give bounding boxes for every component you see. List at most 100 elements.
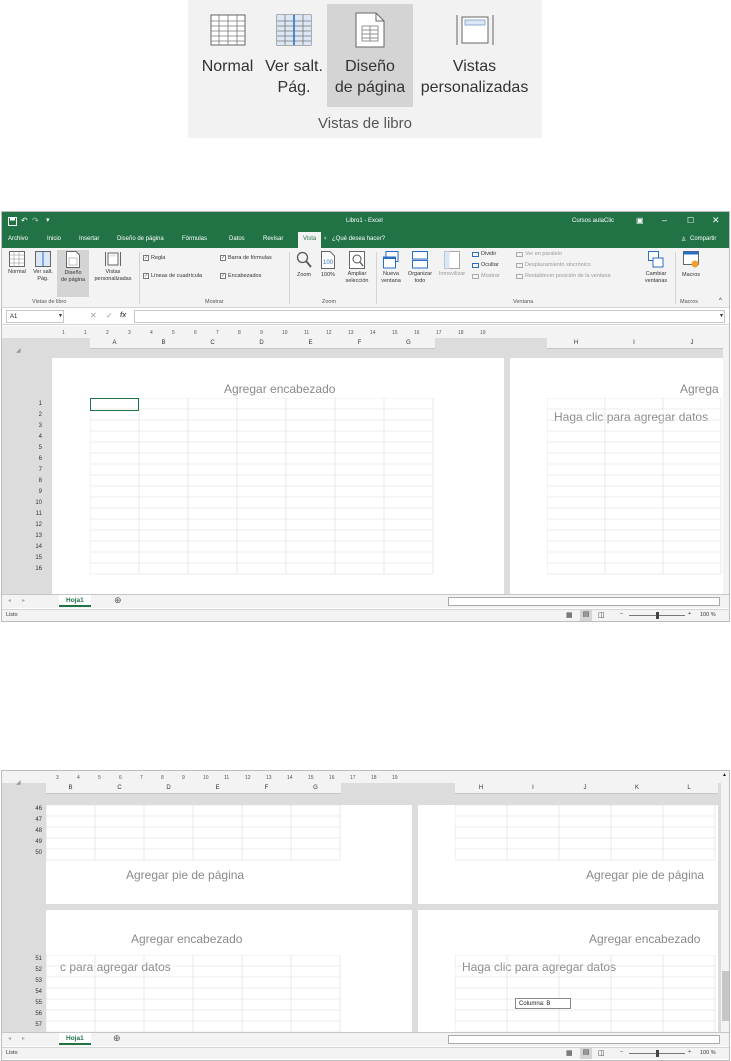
row-header[interactable]: 15: [26, 555, 42, 561]
page-layout-button[interactable]: Diseño de página: [327, 4, 413, 107]
row-header[interactable]: 48: [26, 828, 42, 834]
maximize-icon[interactable]: ☐: [687, 216, 694, 225]
row-header[interactable]: 47: [26, 817, 42, 823]
menu-diseno-pagina[interactable]: Diseño de página: [117, 236, 164, 242]
redo-icon[interactable]: ↷: [32, 216, 39, 225]
share-button[interactable]: Compartir: [690, 236, 716, 242]
new-window-button[interactable]: Nueva ventana: [378, 251, 404, 285]
footer-placeholder[interactable]: Agregar pie de página: [126, 868, 244, 882]
cancel-icon[interactable]: ✕: [90, 311, 97, 320]
page-left-top[interactable]: Agregar pie de página: [46, 805, 412, 904]
hide-button[interactable]: Ocultar: [472, 262, 499, 268]
column-header[interactable]: J: [663, 340, 721, 346]
next-sheet-icon[interactable]: ▸: [22, 597, 25, 604]
ribbon-page-layout-button[interactable]: Diseño de página: [57, 250, 89, 297]
select-all-icon[interactable]: ◢: [16, 347, 21, 354]
name-box-dropdown-icon[interactable]: ▼: [58, 313, 63, 319]
vertical-scrollbar[interactable]: [723, 338, 729, 594]
column-header[interactable]: E: [193, 785, 242, 791]
row-header[interactable]: 46: [26, 806, 42, 812]
page-left-bottom[interactable]: Agregar encabezado c para agregar datos: [46, 910, 412, 1032]
macros-button[interactable]: Macros: [678, 251, 704, 279]
zoom-in-icon[interactable]: +: [688, 611, 691, 617]
row-header[interactable]: 10: [26, 500, 42, 506]
row-header[interactable]: 55: [26, 1000, 42, 1006]
zoom-level[interactable]: 100 %: [700, 612, 716, 618]
enter-icon[interactable]: ✓: [106, 311, 113, 320]
column-header[interactable]: H: [547, 340, 605, 346]
reset-position-button[interactable]: Restablecer posición de la ventana: [516, 273, 611, 279]
column-header[interactable]: G: [291, 785, 340, 791]
row-header[interactable]: 8: [26, 478, 42, 484]
column-header[interactable]: G: [384, 340, 433, 346]
page-right-top[interactable]: Agregar pie de página: [418, 805, 718, 904]
row-header[interactable]: 12: [26, 522, 42, 528]
menu-datos[interactable]: Datos: [229, 236, 245, 242]
scroll-up-icon[interactable]: ▲: [722, 772, 727, 778]
normal-view-button[interactable]: Normal: [194, 4, 261, 107]
sheet-tab-hoja1[interactable]: Hoja1: [59, 1033, 91, 1045]
row-header[interactable]: 52: [26, 967, 42, 973]
sheet-tab-hoja1[interactable]: Hoja1: [59, 595, 91, 607]
save-icon[interactable]: [8, 217, 17, 226]
page-layout-icon[interactable]: ▤: [580, 1048, 592, 1059]
side-by-side-button[interactable]: Ver en paralelo: [516, 251, 562, 257]
horizontal-scrollbar[interactable]: [448, 1035, 720, 1044]
zoom-slider-thumb[interactable]: [656, 612, 659, 619]
undo-icon[interactable]: ↶: [21, 216, 28, 225]
ribbon-custom-views-button[interactable]: Vistas personalizadas: [90, 251, 136, 283]
page-break-preview-icon[interactable]: ◫: [598, 1049, 605, 1057]
column-header[interactable]: A: [90, 340, 139, 346]
unhide-button[interactable]: Mostrar: [472, 273, 500, 279]
row-header[interactable]: 1: [26, 401, 42, 407]
collapse-ribbon-icon[interactable]: ^: [719, 298, 722, 304]
column-header[interactable]: B: [46, 785, 95, 791]
ribbon-normal-button[interactable]: Normal: [5, 251, 29, 276]
switch-windows-button[interactable]: Cambiar ventanas: [639, 251, 673, 285]
header-placeholder[interactable]: Agregar encabezado: [589, 932, 700, 946]
column-header[interactable]: F: [242, 785, 291, 791]
column-header[interactable]: B: [139, 340, 188, 346]
page-break-preview-icon[interactable]: ◫: [598, 611, 605, 619]
custom-views-button[interactable]: Vistas personalizadas: [413, 4, 536, 107]
menu-inicio[interactable]: Inicio: [47, 236, 61, 242]
zoom-out-icon[interactable]: –: [620, 611, 623, 617]
column-header[interactable]: L: [663, 785, 715, 791]
page-right-bottom[interactable]: Agregar encabezado Haga clic para agrega…: [418, 910, 718, 1032]
row-header[interactable]: 53: [26, 978, 42, 984]
row-header[interactable]: 14: [26, 544, 42, 550]
horizontal-scrollbar[interactable]: [448, 597, 720, 606]
page-layout-icon[interactable]: ▤: [580, 610, 592, 621]
ribbon-display-icon[interactable]: ▣: [636, 216, 644, 225]
column-header[interactable]: J: [559, 785, 611, 791]
split-button[interactable]: Dividir: [472, 251, 496, 257]
sheet-area[interactable]: 1 1 2 3 4 5 6 7 8 9 10 11 12 13 14 15 16 17 18 19 ABCDEFG H…: [2, 326, 729, 594]
column-header[interactable]: I: [605, 340, 663, 346]
column-header[interactable]: K: [611, 785, 663, 791]
normal-view-icon[interactable]: ▦: [566, 611, 573, 619]
freeze-panes-button[interactable]: Inmovilizar: [435, 251, 469, 278]
page-break-preview-button[interactable]: Ver salt. Pág.: [261, 4, 327, 107]
row-header[interactable]: 49: [26, 839, 42, 845]
column-header[interactable]: D: [237, 340, 286, 346]
normal-view-icon[interactable]: ▦: [566, 1049, 573, 1057]
vertical-scrollbar[interactable]: ▲: [721, 771, 729, 1032]
zoom-100-button[interactable]: 100 100%: [318, 251, 338, 279]
row-header[interactable]: 57: [26, 1022, 42, 1028]
row-header[interactable]: 5: [26, 445, 42, 451]
column-header[interactable]: E: [286, 340, 335, 346]
row-header[interactable]: 9: [26, 489, 42, 495]
column-header[interactable]: I: [507, 785, 559, 791]
sheet-area[interactable]: 3 4 5 6 7 8 9 10 11 12 13 14 15 16 17 18 19 BCDEFG HIJKL…: [2, 771, 729, 1032]
page-left[interactable]: Agregar encabezado: [52, 358, 504, 594]
footer-placeholder[interactable]: Agregar pie de página: [586, 868, 704, 882]
row-header[interactable]: 16: [26, 566, 42, 572]
add-sheet-icon[interactable]: ⊕: [113, 1033, 121, 1044]
expand-formula-icon[interactable]: ▼: [719, 313, 724, 319]
tell-me-icon[interactable]: ♀: [323, 236, 328, 242]
sync-scroll-button[interactable]: Desplazamiento sincrónico: [516, 262, 591, 268]
zoom-button[interactable]: Zoom: [293, 251, 315, 279]
zoom-selection-button[interactable]: Ampliar selección: [340, 251, 374, 285]
zoom-out-icon[interactable]: –: [620, 1049, 623, 1055]
row-header[interactable]: 3: [26, 423, 42, 429]
